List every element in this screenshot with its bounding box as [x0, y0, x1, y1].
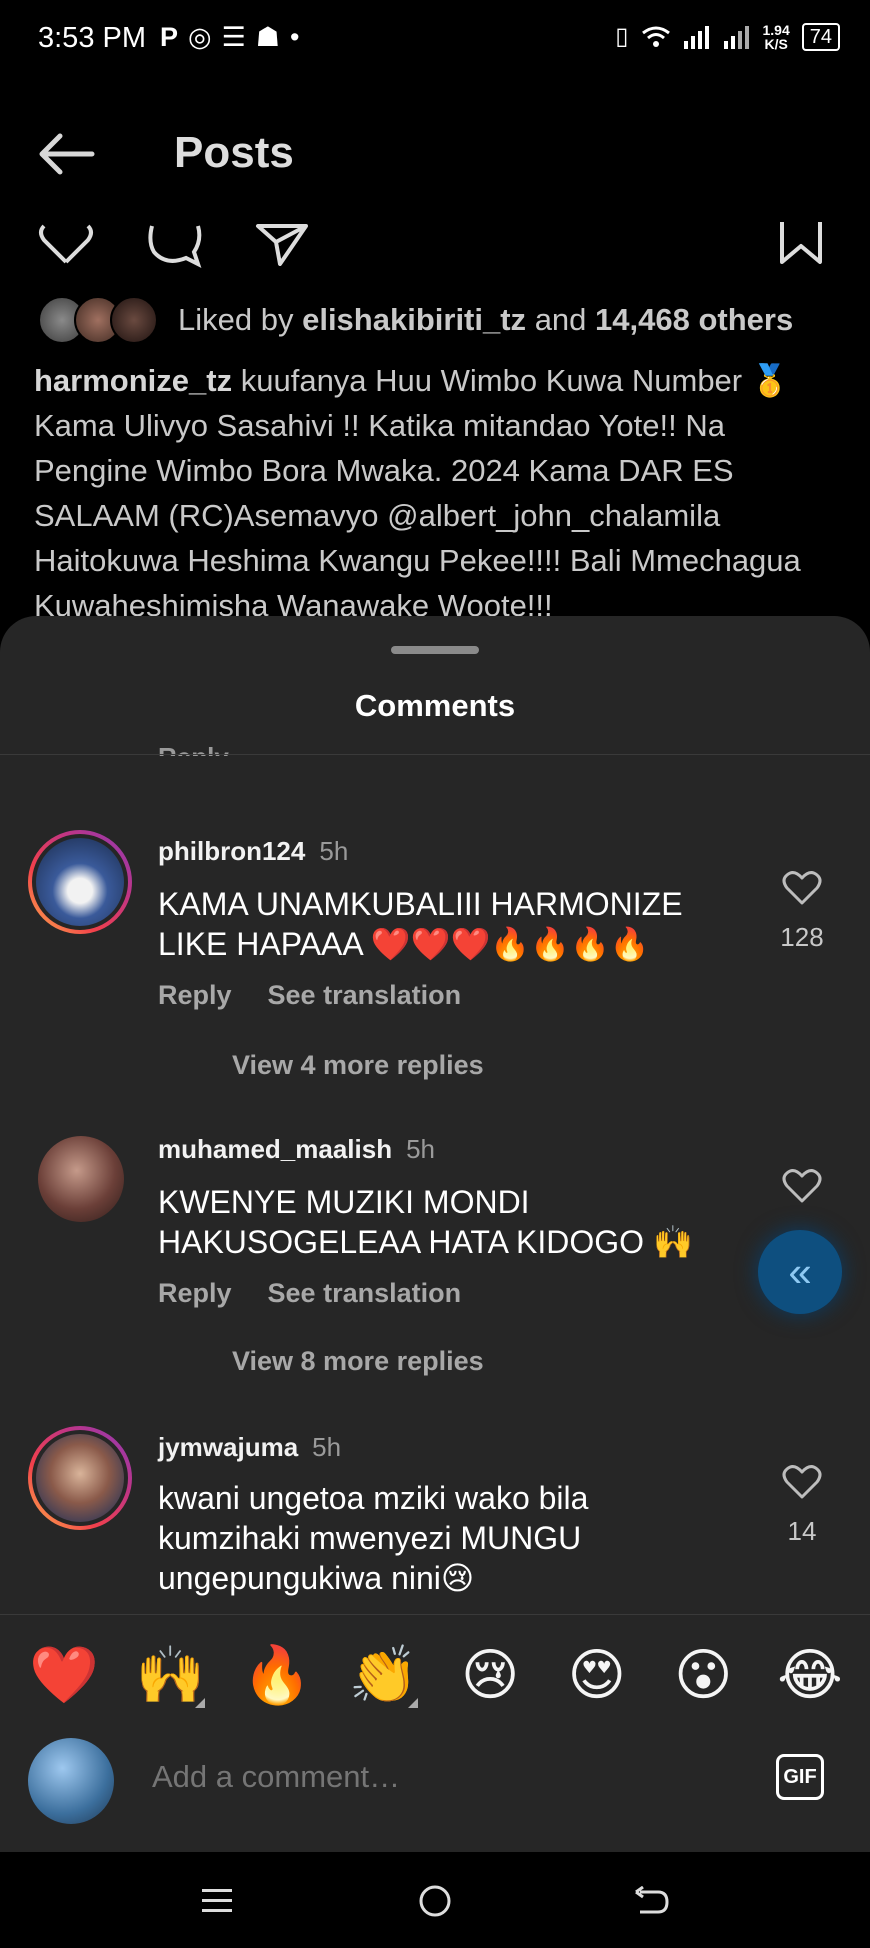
comment-header: muhamed_maalish 5h — [158, 1134, 435, 1165]
home-icon[interactable] — [418, 1884, 452, 1918]
avatar[interactable] — [28, 830, 132, 934]
reaction-fire-button[interactable]: 🔥 — [235, 1640, 319, 1710]
comment-time: 5h — [312, 1432, 342, 1462]
liked-by-row[interactable]: Liked by elishakibiriti_tz and 14,468 ot… — [38, 296, 793, 344]
net-speed: 1.94 K/S — [762, 21, 790, 52]
comment-text: KAMA UNAMKUBALIII HARMONIZE LIKE HAPAAA … — [158, 886, 683, 962]
reaction-laughing-button[interactable]: 😂 — [768, 1640, 852, 1710]
reaction-clap-button[interactable]: 👏 — [342, 1640, 426, 1710]
system-status: ▯ 1.94 K/S 74 — [615, 22, 840, 51]
signal-icon-2 — [723, 25, 749, 49]
caption-username[interactable]: harmonize_tz — [34, 363, 232, 398]
comment-input[interactable] — [150, 1758, 654, 1796]
reaction-heart-button[interactable]: ❤️ — [22, 1640, 106, 1710]
drag-handle[interactable] — [391, 646, 479, 654]
reaction-surprised-button[interactable]: 😮 — [661, 1640, 745, 1710]
reaction-heart-eyes-button[interactable]: 😍 — [555, 1640, 639, 1710]
back-arrow-icon[interactable] — [36, 132, 96, 176]
comment-time: 5h — [319, 836, 349, 866]
comment-username[interactable]: philbron124 — [158, 836, 305, 866]
dot-icon: • — [290, 22, 310, 52]
avatar[interactable] — [28, 1426, 132, 1530]
page-title: Posts — [174, 128, 294, 177]
see-translation-button[interactable]: See translation — [268, 980, 462, 1010]
gif-button[interactable]: GIF — [776, 1754, 824, 1800]
see-translation-button[interactable]: See translation — [268, 1278, 462, 1308]
comment-text: kwani ungetoa mziki wako bila kumzihaki … — [158, 1480, 589, 1596]
status-time: 3:53 PM — [38, 22, 146, 54]
notification-icons: P◎☰☗• — [160, 22, 309, 53]
comment-text: KWENYE MUZIKI MONDI HAKUSOGELEAA HATA KI… — [158, 1184, 693, 1260]
collapse-arrows-button[interactable]: « — [758, 1230, 842, 1314]
snapchat-icon: ☗ — [255, 22, 291, 52]
battery-icon: 74 — [801, 22, 840, 51]
comment-icon[interactable] — [146, 222, 202, 268]
comment-actions: Reply See translation — [158, 980, 497, 1011]
comment-username[interactable]: jymwajuma — [158, 1432, 298, 1462]
view-more-replies[interactable]: View 4 more replies — [232, 1050, 484, 1081]
whatsapp-icon: ◎ — [188, 22, 222, 52]
status-bar: 3:53 PM P◎☰☗• ▯ 1.94 K/S 74 — [0, 0, 870, 88]
comment-header: philbron124 5h — [158, 836, 348, 867]
comment-header: jymwajuma 5h — [158, 1432, 341, 1463]
signal-icon — [683, 25, 709, 49]
save-bookmark-icon[interactable] — [778, 222, 824, 264]
p-icon: P — [160, 22, 189, 52]
avatar[interactable] — [38, 1136, 124, 1222]
comment-actions: Reply See translation — [158, 1278, 497, 1309]
comment-like-icon[interactable] — [782, 1168, 822, 1204]
reaction-crying-button[interactable]: 😢 — [448, 1640, 532, 1710]
comment-like-count: 128 — [780, 922, 824, 952]
share-icon[interactable] — [254, 222, 310, 266]
caption-text: kuufanya Huu Wimbo Kuwa Number 🥇 Kama Ul… — [34, 363, 801, 623]
comment-username[interactable]: muhamed_maalish — [158, 1134, 392, 1164]
double-chevron-left-icon: « — [788, 1248, 812, 1295]
sheet-title: Comments — [354, 688, 516, 723]
divider — [0, 1614, 870, 1615]
reaction-bar: ❤️ 🙌 🔥 👏 😢 😍 😮 😂 — [22, 1640, 852, 1710]
comment-time: 5h — [406, 1134, 436, 1164]
wifi-icon — [641, 26, 670, 47]
recent-apps-icon[interactable] — [200, 1886, 234, 1916]
back-nav-icon[interactable] — [634, 1886, 670, 1916]
vibrate-icon: ▯ — [615, 23, 629, 50]
avatar — [110, 296, 158, 344]
heart-icon[interactable] — [38, 222, 94, 264]
comment-like-icon[interactable] — [782, 1464, 822, 1500]
divider — [0, 754, 870, 755]
system-nav-bar — [0, 1852, 870, 1948]
my-avatar[interactable] — [28, 1738, 114, 1824]
view-more-replies[interactable]: View 8 more replies — [232, 1346, 484, 1377]
comment-like-icon[interactable] — [782, 870, 822, 906]
reaction-raised-hands-button[interactable]: 🙌 — [129, 1640, 213, 1710]
news-icon: ☰ — [221, 22, 256, 52]
post-caption: harmonize_tz kuufanya Huu Wimbo Kuwa Num… — [34, 358, 844, 626]
reply-button[interactable]: Reply — [158, 1278, 232, 1308]
reply-button[interactable]: Reply — [158, 980, 232, 1010]
comment-like-count: 14 — [787, 1516, 817, 1546]
liked-by-text: Liked by elishakibiriti_tz and 14,468 ot… — [178, 302, 794, 337]
